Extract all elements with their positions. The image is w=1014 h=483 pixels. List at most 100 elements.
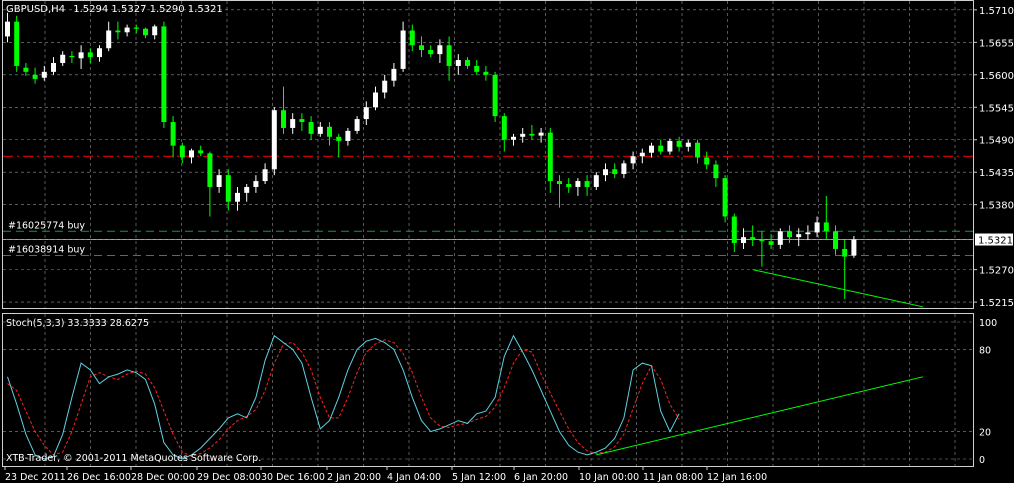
time-tick-label: 29 Dec 08:00 xyxy=(197,472,261,483)
candle-body xyxy=(271,110,277,170)
candle-body xyxy=(713,164,719,179)
candle-body xyxy=(161,26,167,123)
stochastic-title: Stoch(5,3,3) 33.3333 28.6275 xyxy=(6,318,149,329)
candle-body xyxy=(465,60,470,66)
candle-body xyxy=(253,181,259,187)
candle-body xyxy=(97,48,102,58)
candle-body xyxy=(612,169,618,174)
candle-body xyxy=(189,150,194,158)
candle xyxy=(271,107,277,176)
candle-body xyxy=(584,181,590,187)
price-tick-label: 1.5270 xyxy=(979,266,1014,277)
price-tick-label: 1.5490 xyxy=(979,136,1014,147)
candle-body xyxy=(667,140,673,152)
candle-body xyxy=(529,133,535,136)
candle-body xyxy=(400,30,406,69)
copyright-text: XTB-Trader, © 2001-2011 MetaQuotes Softw… xyxy=(6,453,261,464)
candle-body xyxy=(437,45,443,55)
time-tick-label: 23 Dec 2011 xyxy=(5,472,66,483)
candle-body xyxy=(216,175,222,187)
candle-body xyxy=(741,237,746,244)
candle-body xyxy=(722,178,728,217)
candle-body xyxy=(336,136,342,141)
candle-body xyxy=(759,240,765,242)
candle-body xyxy=(5,21,10,37)
candle-body xyxy=(520,133,526,137)
chart-background xyxy=(0,0,1014,483)
candle-body xyxy=(593,175,599,187)
time-tick-label: 26 Dec 16:00 xyxy=(67,472,131,483)
trading-chart[interactable]: 1.5710 1.5655 1.5600 1.5545 1.5490 1.5435 1.53… xyxy=(0,0,1014,483)
candle-body xyxy=(363,107,369,120)
candle-body xyxy=(603,169,608,176)
candle-body xyxy=(317,126,323,134)
candle-body xyxy=(842,248,848,257)
price-tick-label: 1.5655 xyxy=(979,38,1014,49)
candle-body xyxy=(455,60,461,66)
stochastic-tick-label: 80 xyxy=(979,345,991,356)
candle-body xyxy=(207,153,213,187)
candle-body xyxy=(41,71,47,78)
candle-body xyxy=(60,54,66,63)
time-tick-label: 28 Dec 00:00 xyxy=(131,472,195,483)
time-tick-label: 4 Jan 04:00 xyxy=(387,472,441,483)
time-tick-label: 11 Jan 08:00 xyxy=(643,472,703,483)
candle-body xyxy=(695,142,700,158)
time-tick-label: 10 Jan 00:00 xyxy=(579,472,639,483)
candle-body xyxy=(483,71,489,75)
candle-body xyxy=(649,145,654,153)
candle-body xyxy=(262,169,268,182)
candle-body xyxy=(851,239,857,256)
candle-body xyxy=(198,150,204,154)
candle-body xyxy=(78,52,84,59)
candle-body xyxy=(428,50,434,55)
candle-body xyxy=(474,65,480,72)
candle-body xyxy=(575,181,581,187)
candle-body xyxy=(833,231,838,249)
candle-body xyxy=(446,45,452,66)
candle-body xyxy=(133,27,139,29)
time-tick-label: 2 Jan 20:00 xyxy=(327,472,381,483)
candle-body xyxy=(823,222,829,232)
candle-body xyxy=(225,175,231,202)
candle-body xyxy=(814,222,820,233)
order-label: #16025774 buy xyxy=(8,220,85,231)
stochastic-tick-label: 100 xyxy=(979,318,997,329)
candle xyxy=(161,21,167,128)
stochastic-tick-label: 0 xyxy=(979,455,985,466)
candle-body xyxy=(23,67,29,72)
candle-body xyxy=(281,110,286,128)
candle-body xyxy=(327,126,332,137)
candle-body xyxy=(382,80,388,93)
candle-body xyxy=(805,232,811,235)
price-tick-label: 1.5380 xyxy=(979,201,1014,212)
time-tick-label: 12 Jan 16:00 xyxy=(707,472,767,483)
candle-body xyxy=(244,186,250,193)
candle-body xyxy=(32,74,38,79)
candle-body xyxy=(391,68,397,81)
candle-body xyxy=(557,181,562,185)
candle-body xyxy=(87,52,93,58)
candle-body xyxy=(796,234,802,238)
current-price-marker: 1.5321 xyxy=(975,233,1013,247)
candle xyxy=(14,15,20,72)
candle-body xyxy=(768,241,774,245)
candle-body xyxy=(777,231,783,245)
candle-body xyxy=(676,140,682,147)
candle-body xyxy=(69,55,75,58)
candle-body xyxy=(538,132,544,136)
candle-body xyxy=(731,216,737,244)
price-tick-label: 1.5545 xyxy=(979,103,1014,114)
price-tick-label: 1.5600 xyxy=(979,71,1014,82)
candle-body xyxy=(639,152,645,157)
candle-body xyxy=(511,136,516,140)
time-tick-label: 30 Dec 16:00 xyxy=(261,472,325,483)
chart-title: GBPUSD,H4 1.5294 1.5327 1.5290 1.5321 xyxy=(6,4,223,15)
candle-body xyxy=(115,30,121,33)
price-tick-label: 1.5710 xyxy=(979,6,1014,17)
candle-body xyxy=(566,184,572,187)
price-tick-label: 1.5435 xyxy=(979,168,1014,179)
candle-body xyxy=(621,163,627,174)
candle-body xyxy=(492,74,498,117)
candle-body xyxy=(290,119,296,128)
